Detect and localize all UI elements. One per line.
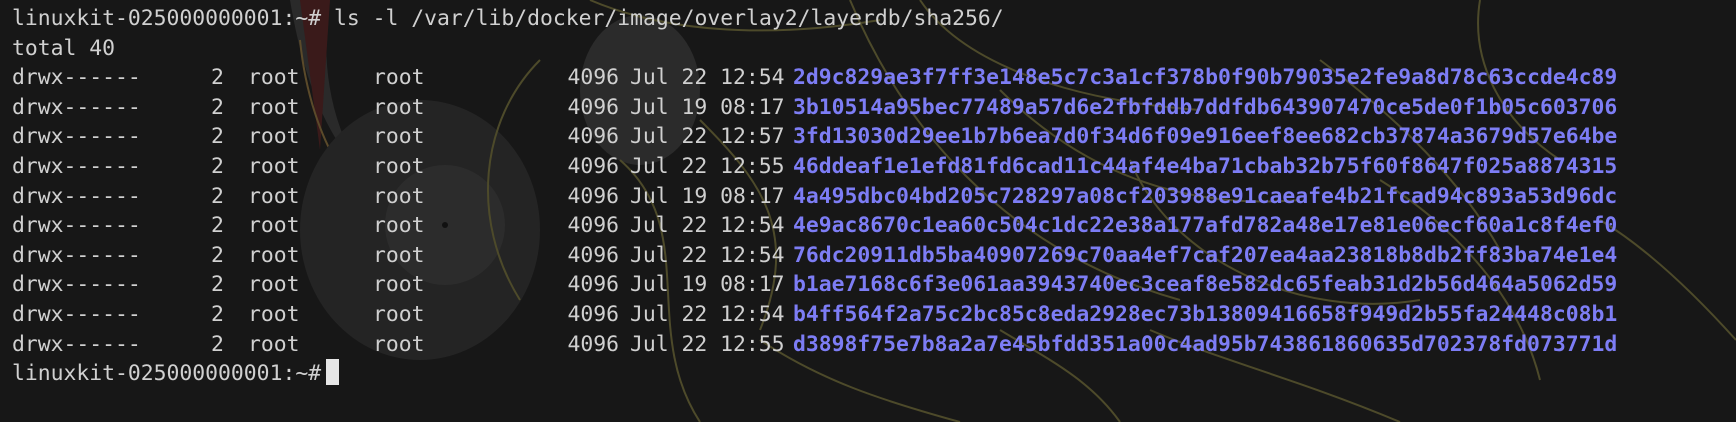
permissions-text: drwx------ xyxy=(12,94,141,120)
owner-text: root xyxy=(248,153,300,179)
modified-date-text: Jul 22 12:55 xyxy=(630,331,785,357)
directory-name: 2d9c829ae3f7ff3e148e5c7c3a1cf378b0f90b79… xyxy=(793,65,1618,91)
link-count-text: 2 xyxy=(211,242,224,268)
owner-text: root xyxy=(248,301,300,327)
owner-text: root xyxy=(248,94,300,120)
directory-name: b4ff564f2a75c2bc85c8eda2928ec73b13809416… xyxy=(793,301,1618,327)
link-count-text: 2 xyxy=(211,124,224,150)
group-text: root xyxy=(373,153,425,179)
size-text: 4096 xyxy=(567,301,619,327)
owner-text: root xyxy=(248,331,300,357)
listing-row: drwx------ 2 root root 4096 Jul 22 12:54 4e9ac… xyxy=(12,211,1617,241)
directory-name: d3898f75e7b8a2a7e45bfdd351a00c4ad95b7438… xyxy=(793,331,1618,357)
text-cursor xyxy=(326,359,340,386)
permissions-text: drwx------ xyxy=(12,242,141,268)
owner-text: root xyxy=(248,272,300,298)
size-text: 4096 xyxy=(567,153,619,179)
terminal-window[interactable]: linuxkit-025000000001:~# ls -l /var/lib/… xyxy=(0,0,1736,422)
group-text: root xyxy=(373,213,425,239)
active-prompt-line[interactable]: linuxkit-025000000001:~# xyxy=(12,359,1617,389)
total-line: total 40 xyxy=(12,35,116,61)
directory-name: 3fd13030d29ee1b7b6ea7d0f34d6f09e916eef8e… xyxy=(793,124,1618,150)
group-text: root xyxy=(373,242,425,268)
owner-text: root xyxy=(248,183,300,209)
group-text: root xyxy=(373,65,425,91)
group-text: root xyxy=(373,301,425,327)
group-text: root xyxy=(373,331,425,357)
link-count-text: 2 xyxy=(211,65,224,91)
group-text: root xyxy=(373,272,425,298)
listing-row: drwx------ 2 root root 4096 Jul 19 08:17 b1ae7… xyxy=(12,270,1617,300)
link-count-text: 2 xyxy=(211,213,224,239)
listing-row: drwx------ 2 root root 4096 Jul 22 12:55 d3898… xyxy=(12,330,1617,360)
directory-name: 46ddeaf1e1efd81fd6cad11c44af4e4ba71cbab3… xyxy=(793,153,1618,179)
permissions-text: drwx------ xyxy=(12,331,141,357)
listing-row: drwx------ 2 root root 4096 Jul 22 12:54 76dc2… xyxy=(12,241,1617,271)
size-text: 4096 xyxy=(567,272,619,298)
directory-name: 76dc20911db5ba40907269c70aa4ef7caf207ea4… xyxy=(793,242,1618,268)
permissions-text: drwx------ xyxy=(12,183,141,209)
group-text: root xyxy=(373,94,425,120)
modified-date-text: Jul 19 08:17 xyxy=(630,272,785,298)
link-count-text: 2 xyxy=(211,183,224,209)
owner-text: root xyxy=(248,242,300,268)
link-count-text: 2 xyxy=(211,153,224,179)
listing-row: drwx------ 2 root root 4096 Jul 22 12:54 b4ff5… xyxy=(12,300,1617,330)
modified-date-text: Jul 19 08:17 xyxy=(630,94,785,120)
size-text: 4096 xyxy=(567,65,619,91)
size-text: 4096 xyxy=(567,242,619,268)
modified-date-text: Jul 19 08:17 xyxy=(630,183,785,209)
group-text: root xyxy=(373,183,425,209)
size-text: 4096 xyxy=(567,124,619,150)
link-count-text: 2 xyxy=(211,272,224,298)
listing-row: drwx------ 2 root root 4096 Jul 22 12:57 3fd13… xyxy=(12,122,1617,152)
permissions-text: drwx------ xyxy=(12,124,141,150)
directory-name: 4e9ac8670c1ea60c504c1dc22e38a177afd782a4… xyxy=(793,213,1618,239)
link-count-text: 2 xyxy=(211,94,224,120)
modified-date-text: Jul 22 12:54 xyxy=(630,242,785,268)
permissions-text: drwx------ xyxy=(12,153,141,179)
listing-row: drwx------ 2 root root 4096 Jul 19 08:17 4a495… xyxy=(12,182,1617,212)
group-text: root xyxy=(373,124,425,150)
directory-listing: drwx------ 2 root root 4096 Jul 22 12:54 2d9c8… xyxy=(12,63,1617,359)
command-line: linuxkit-025000000001:~# ls -l /var/lib/… xyxy=(12,6,1004,31)
directory-name: b1ae7168c6f3e061aa3943740ec3ceaf8e582dc6… xyxy=(793,272,1618,298)
modified-date-text: Jul 22 12:54 xyxy=(630,301,785,327)
size-text: 4096 xyxy=(567,94,619,120)
link-count-text: 2 xyxy=(211,301,224,327)
listing-row: drwx------ 2 root root 4096 Jul 22 12:54 2d9c8… xyxy=(12,63,1617,93)
permissions-text: drwx------ xyxy=(12,65,141,91)
modified-date-text: Jul 22 12:54 xyxy=(630,213,785,239)
final-prompt: linuxkit-025000000001:~# xyxy=(12,361,322,387)
directory-name: 3b10514a95bec77489a57d6e2fbfddb7ddfdb643… xyxy=(793,94,1618,120)
link-count-text: 2 xyxy=(211,331,224,357)
modified-date-text: Jul 22 12:54 xyxy=(630,65,785,91)
listing-row: drwx------ 2 root root 4096 Jul 22 12:55 46dde… xyxy=(12,152,1617,182)
modified-date-text: Jul 22 12:55 xyxy=(630,153,785,179)
size-text: 4096 xyxy=(567,183,619,209)
modified-date-text: Jul 22 12:57 xyxy=(630,124,785,150)
permissions-text: drwx------ xyxy=(12,213,141,239)
listing-row: drwx------ 2 root root 4096 Jul 19 08:17 3b105… xyxy=(12,93,1617,123)
size-text: 4096 xyxy=(567,213,619,239)
permissions-text: drwx------ xyxy=(12,272,141,298)
owner-text: root xyxy=(248,65,300,91)
owner-text: root xyxy=(248,124,300,150)
size-text: 4096 xyxy=(567,331,619,357)
permissions-text: drwx------ xyxy=(12,301,141,327)
directory-name: 4a495dbc04bd205c728297a08cf203988e91caea… xyxy=(793,183,1618,209)
owner-text: root xyxy=(248,213,300,239)
terminal-output: linuxkit-025000000001:~# ls -l /var/lib/… xyxy=(12,4,1617,389)
